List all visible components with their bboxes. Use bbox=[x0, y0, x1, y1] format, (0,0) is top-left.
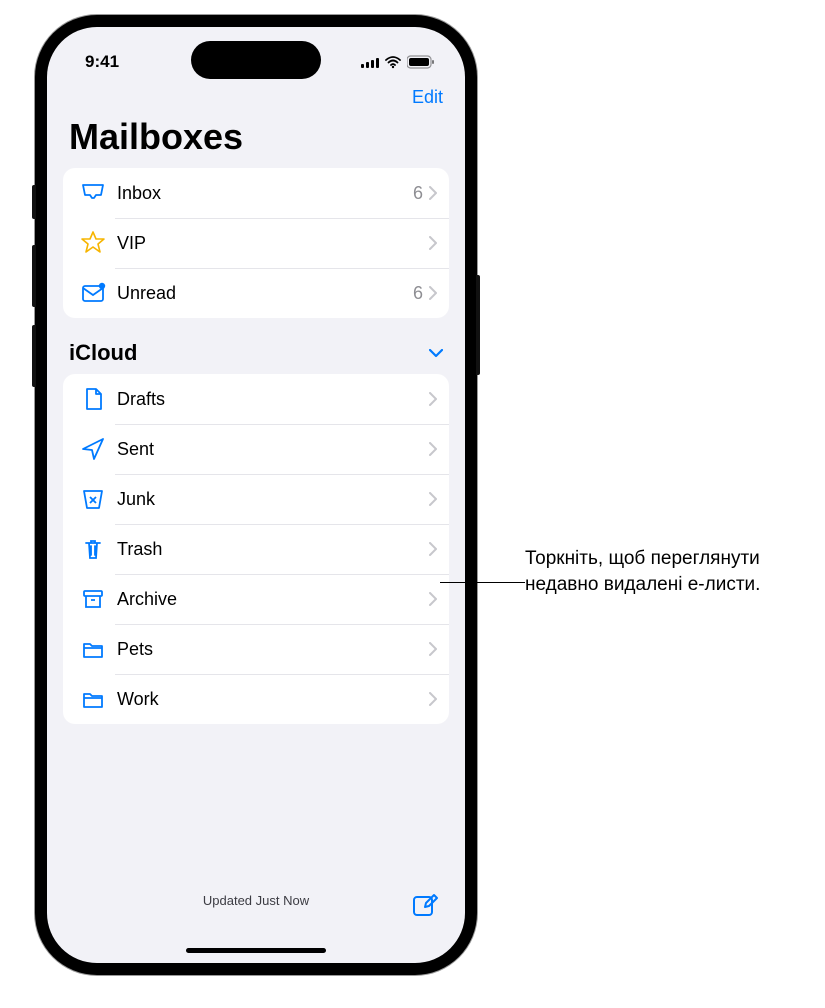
compose-icon bbox=[412, 891, 439, 918]
vip-icon bbox=[77, 230, 109, 256]
signal-icon bbox=[361, 56, 379, 68]
row-label: Archive bbox=[109, 589, 429, 610]
folder-row-pets[interactable]: Pets bbox=[63, 624, 449, 674]
compose-button[interactable] bbox=[412, 891, 439, 923]
dynamic-island bbox=[191, 41, 321, 79]
folder-row-work[interactable]: Work bbox=[63, 674, 449, 724]
toolbar-status: Updated Just Now bbox=[47, 893, 465, 908]
row-label: Drafts bbox=[109, 389, 429, 410]
status-time: 9:41 bbox=[85, 52, 119, 72]
row-label: Work bbox=[109, 689, 429, 710]
mailbox-row-vip[interactable]: VIP bbox=[63, 218, 449, 268]
row-label: VIP bbox=[109, 233, 423, 254]
inbox-icon bbox=[77, 180, 109, 206]
chevron-right-icon bbox=[429, 692, 437, 706]
folder-icon bbox=[77, 636, 109, 662]
folder-row-drafts[interactable]: Drafts bbox=[63, 374, 449, 424]
chevron-right-icon bbox=[429, 642, 437, 656]
folder-row-sent[interactable]: Sent bbox=[63, 424, 449, 474]
folder-row-trash[interactable]: Trash bbox=[63, 524, 449, 574]
chevron-right-icon bbox=[429, 186, 437, 200]
junk-icon bbox=[77, 486, 109, 512]
row-label: Junk bbox=[109, 489, 429, 510]
wifi-icon bbox=[385, 56, 401, 69]
drafts-icon bbox=[77, 386, 109, 412]
row-label: Inbox bbox=[109, 183, 413, 204]
chevron-right-icon bbox=[429, 236, 437, 250]
trash-icon bbox=[77, 536, 109, 562]
edit-button[interactable]: Edit bbox=[412, 87, 443, 108]
row-label: Pets bbox=[109, 639, 429, 660]
mailbox-row-unread[interactable]: Unread 6 bbox=[63, 268, 449, 318]
chevron-right-icon bbox=[429, 592, 437, 606]
folder-row-junk[interactable]: Junk bbox=[63, 474, 449, 524]
mailbox-row-inbox[interactable]: Inbox 6 bbox=[63, 168, 449, 218]
folder-row-archive[interactable]: Archive bbox=[63, 574, 449, 624]
callout-line bbox=[440, 582, 525, 583]
icloud-group: Drafts Sent Junk Trash Archive bbox=[63, 374, 449, 724]
chevron-right-icon bbox=[429, 442, 437, 456]
home-indicator bbox=[186, 948, 326, 953]
unread-icon bbox=[77, 280, 109, 306]
battery-icon bbox=[407, 55, 435, 69]
archive-icon bbox=[77, 586, 109, 612]
row-count: 6 bbox=[413, 183, 423, 204]
chevron-right-icon bbox=[429, 286, 437, 300]
row-count: 6 bbox=[413, 283, 423, 304]
row-label: Trash bbox=[109, 539, 429, 560]
chevron-right-icon bbox=[429, 492, 437, 506]
chevron-right-icon bbox=[429, 392, 437, 406]
section-header-icloud[interactable]: iCloud bbox=[47, 338, 465, 374]
folder-icon bbox=[77, 686, 109, 712]
row-label: Sent bbox=[109, 439, 429, 460]
nav-bar: Edit bbox=[47, 83, 465, 110]
row-label: Unread bbox=[109, 283, 413, 304]
callout-text: Торкніть, щоб переглянути недавно видале… bbox=[525, 546, 815, 597]
page-title: Mailboxes bbox=[47, 110, 465, 168]
sent-icon bbox=[77, 436, 109, 462]
mailboxes-group: Inbox 6 VIP Unread 6 bbox=[63, 168, 449, 318]
chevron-down-icon bbox=[429, 349, 443, 358]
chevron-right-icon bbox=[429, 542, 437, 556]
section-label: iCloud bbox=[69, 340, 137, 366]
